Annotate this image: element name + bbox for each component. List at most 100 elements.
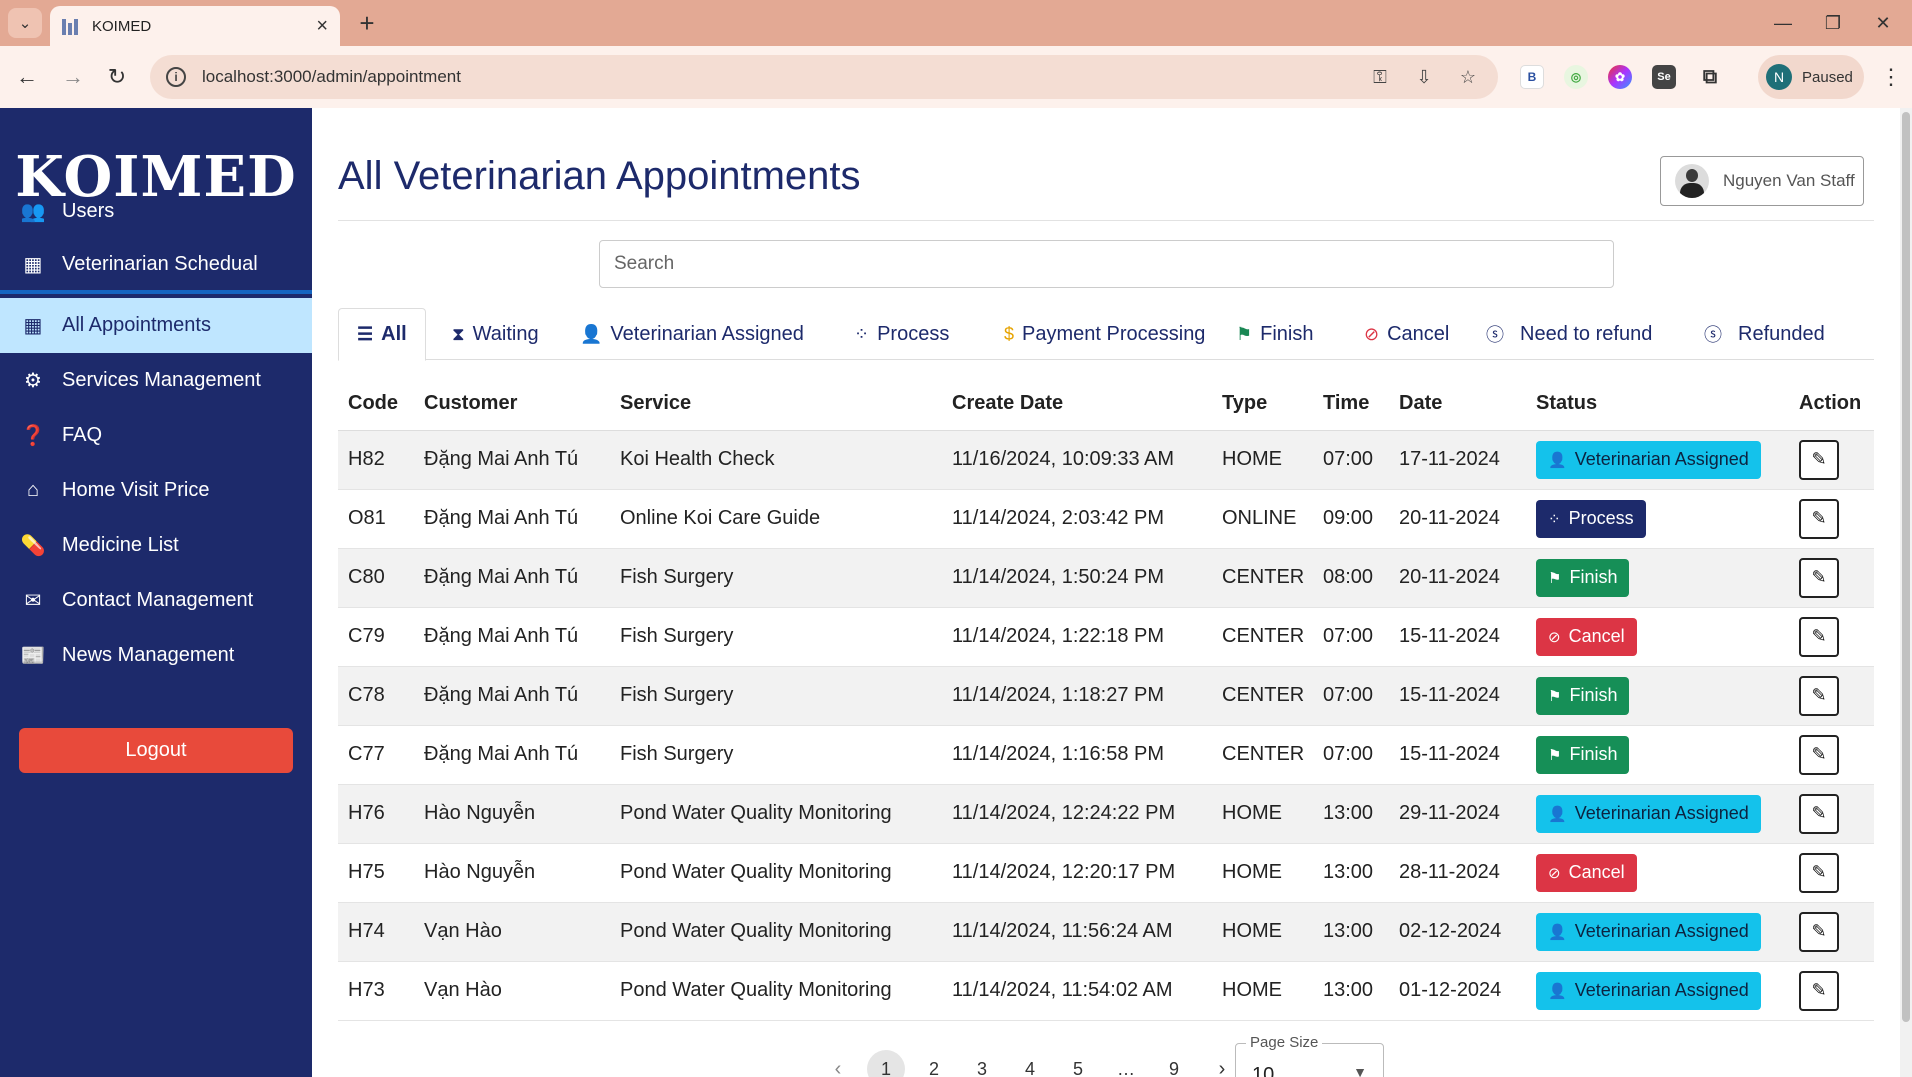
tab-search-chevron-icon[interactable]: ⌄ bbox=[8, 8, 42, 38]
install-app-icon[interactable]: ⇩ bbox=[1410, 67, 1438, 88]
edit-icon[interactable]: ✎ bbox=[1799, 852, 1839, 893]
page-size-select[interactable]: Page Size 10 ▼ bbox=[1235, 1034, 1384, 1077]
sidebar-item-home-visit-price[interactable]: ⌂ Home Visit Price bbox=[0, 463, 312, 518]
password-key-icon[interactable]: ⚿ bbox=[1366, 67, 1394, 88]
reload-icon[interactable]: ↻ bbox=[102, 62, 132, 92]
cell-action: ✎ bbox=[1789, 666, 1874, 726]
edit-icon[interactable]: ✎ bbox=[1799, 498, 1839, 539]
sidebar: KOIMED 👥 Users ▦ Veterinarian Schedual ▦… bbox=[0, 108, 312, 1077]
edit-icon[interactable]: ✎ bbox=[1799, 439, 1839, 480]
cell-date: 02-12-2024 bbox=[1389, 902, 1526, 962]
scrollbar-thumb[interactable] bbox=[1902, 112, 1910, 1022]
tab-cancel[interactable]: ⊘ Cancel bbox=[1346, 308, 1467, 360]
cell-time: 13:00 bbox=[1313, 902, 1389, 962]
cell-customer: Đặng Mai Anh Tú bbox=[414, 430, 610, 490]
user-icon: 👤 bbox=[580, 323, 603, 344]
cell-service: Online Koi Care Guide bbox=[610, 489, 942, 549]
tab-payment-processing[interactable]: $ Payment Processing bbox=[986, 308, 1223, 360]
page-button-1[interactable]: 1 bbox=[867, 1050, 905, 1077]
tab-close-icon[interactable]: × bbox=[316, 15, 328, 38]
dropdown-caret-icon: ▼ bbox=[1353, 1064, 1367, 1077]
window-close-icon[interactable]: ✕ bbox=[1860, 8, 1906, 38]
tab-veterinarian-assigned[interactable]: 👤 Veterinarian Assigned bbox=[562, 308, 822, 360]
sidebar-item-veterinarian-schedual[interactable]: ▦ Veterinarian Schedual bbox=[0, 239, 312, 294]
back-arrow-icon[interactable]: ← bbox=[12, 62, 42, 92]
header-divider bbox=[338, 220, 1874, 221]
tab-need-to-refund[interactable]: ⓢ Need to refund bbox=[1468, 308, 1670, 360]
cell-code: H76 bbox=[338, 784, 414, 844]
cell-status: ⚑ Finish bbox=[1526, 548, 1789, 608]
cell-type: CENTER bbox=[1212, 548, 1313, 608]
page-button-5[interactable]: 5 bbox=[1054, 1051, 1102, 1077]
new-tab-plus-icon[interactable]: + bbox=[352, 8, 382, 38]
site-info-icon[interactable]: i bbox=[166, 67, 186, 87]
edit-icon[interactable]: ✎ bbox=[1799, 970, 1839, 1011]
minimize-icon[interactable]: — bbox=[1760, 8, 1806, 38]
edit-icon[interactable]: ✎ bbox=[1799, 734, 1839, 775]
edit-icon[interactable]: ✎ bbox=[1799, 675, 1839, 716]
browser-tab[interactable]: KOIMED × bbox=[50, 6, 340, 46]
cell-time: 13:00 bbox=[1313, 843, 1389, 903]
logout-button[interactable]: Logout bbox=[19, 728, 293, 773]
url-text[interactable]: localhost:3000/admin/appointment bbox=[202, 67, 1350, 87]
page-button-4[interactable]: 4 bbox=[1006, 1051, 1054, 1077]
status-badge: ⊘ Cancel bbox=[1536, 617, 1637, 656]
browser-menu-icon[interactable]: ⋮ bbox=[1880, 64, 1902, 90]
page-ellipsis: … bbox=[1117, 1058, 1135, 1077]
page-button-2[interactable]: 2 bbox=[910, 1051, 958, 1077]
cell-customer: Đặng Mai Anh Tú bbox=[414, 725, 610, 785]
tab-finish[interactable]: ⚑ Finish bbox=[1218, 308, 1332, 360]
tab-refunded[interactable]: ⓢ Refunded bbox=[1686, 308, 1843, 360]
extension-selenium-icon[interactable]: Se bbox=[1652, 65, 1676, 89]
cell-date: 20-11-2024 bbox=[1389, 548, 1526, 608]
bookmark-star-icon[interactable]: ☆ bbox=[1454, 67, 1482, 88]
tab-waiting[interactable]: ⧗ Waiting bbox=[434, 308, 557, 360]
address-bar[interactable]: i localhost:3000/admin/appointment ⚿ ⇩ ☆ bbox=[150, 55, 1498, 99]
cell-customer: Đặng Mai Anh Tú bbox=[414, 548, 610, 608]
restore-icon[interactable]: ❐ bbox=[1810, 8, 1856, 38]
edit-icon[interactable]: ✎ bbox=[1799, 616, 1839, 657]
tab-all[interactable]: ☰ All bbox=[338, 308, 426, 361]
cell-service: Pond Water Quality Monitoring bbox=[610, 961, 942, 1021]
sidebar-item-all-appointments[interactable]: ▦ All Appointments bbox=[0, 298, 312, 353]
profile-avatar: N bbox=[1766, 64, 1792, 90]
page-scrollbar[interactable] bbox=[1900, 108, 1912, 1077]
tab-label: All bbox=[381, 323, 407, 345]
sidebar-item-label: Services Management bbox=[62, 369, 261, 391]
user-profile-button[interactable]: Nguyen Van Staff bbox=[1660, 156, 1864, 206]
tab-process[interactable]: ⁘ Process bbox=[836, 308, 967, 360]
page-button-9[interactable]: 9 bbox=[1150, 1051, 1198, 1077]
extension-b-icon[interactable]: B bbox=[1520, 65, 1544, 89]
spinner-icon: ⁘ bbox=[854, 323, 870, 344]
previous-page-chevron-icon[interactable]: ‹ bbox=[814, 1051, 862, 1077]
column-header: Type bbox=[1212, 378, 1313, 431]
status-badge: 👤 Veterinarian Assigned bbox=[1536, 794, 1761, 833]
cell-create-date: 11/14/2024, 12:20:17 PM bbox=[942, 843, 1212, 903]
search-input[interactable] bbox=[599, 240, 1614, 288]
cell-type: HOME bbox=[1212, 430, 1313, 490]
table-row: C79 Đặng Mai Anh Tú Fish Surgery 11/14/2024… bbox=[338, 607, 1874, 667]
extension-brain-icon[interactable]: ✿ bbox=[1608, 65, 1632, 89]
edit-icon[interactable]: ✎ bbox=[1799, 793, 1839, 834]
sidebar-item-users[interactable]: 👥 Users bbox=[0, 184, 312, 239]
edit-icon[interactable]: ✎ bbox=[1799, 911, 1839, 952]
status-label: Cancel bbox=[1568, 626, 1625, 646]
forward-arrow-icon[interactable]: → bbox=[58, 62, 88, 92]
edit-icon[interactable]: ✎ bbox=[1799, 557, 1839, 598]
ban-icon: ⊘ bbox=[1364, 323, 1380, 344]
sidebar-item-faq[interactable]: ❓ FAQ bbox=[0, 408, 312, 463]
sidebar-item-contact-management[interactable]: ✉ Contact Management bbox=[0, 573, 312, 628]
cell-customer: Hào Nguyễn bbox=[414, 843, 610, 903]
ban-icon: ⊘ bbox=[1548, 628, 1561, 646]
sidebar-item-services-management[interactable]: ⚙ Services Management bbox=[0, 353, 312, 408]
sidebar-item-news-management[interactable]: 📰 News Management bbox=[0, 628, 312, 683]
extensions-puzzle-icon[interactable]: ⧉ bbox=[1698, 65, 1722, 89]
page-button-3[interactable]: 3 bbox=[958, 1051, 1006, 1077]
cell-service: Koi Health Check bbox=[610, 430, 942, 490]
cell-service: Fish Surgery bbox=[610, 548, 942, 608]
tab-label: Refunded bbox=[1738, 322, 1825, 345]
sidebar-item-medicine-list[interactable]: 💊 Medicine List bbox=[0, 518, 312, 573]
profile-button[interactable]: N Paused bbox=[1758, 55, 1864, 99]
extension-circle-icon[interactable]: ◎ bbox=[1564, 65, 1588, 89]
tab-title: KOIMED bbox=[92, 17, 152, 35]
